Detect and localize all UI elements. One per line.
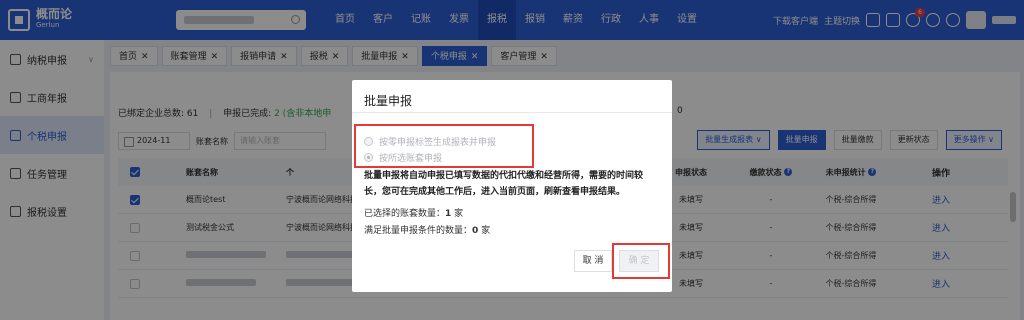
dialog-title: 批量申报	[364, 94, 413, 108]
highlight-box-confirm	[612, 243, 670, 279]
eligible-unit: 家	[478, 226, 491, 236]
selected-label: 已选择的账套数量：	[364, 209, 446, 219]
cancel-button[interactable]: 取 消	[574, 250, 612, 272]
eligible-count-line: 满足批量申报条件的数量：0 家	[364, 223, 490, 236]
highlight-box-options	[354, 124, 534, 168]
dialog-description: 批量申报将自动申报已填写数据的代扣代缴和经营所得，需要的时间较长，您可在完成其他…	[364, 171, 644, 197]
selected-unit: 家	[451, 209, 464, 219]
selected-count-line: 已选择的账套数量：1 家	[364, 206, 463, 219]
eligible-label: 满足批量申报条件的数量：	[364, 226, 473, 236]
divider	[352, 112, 672, 113]
